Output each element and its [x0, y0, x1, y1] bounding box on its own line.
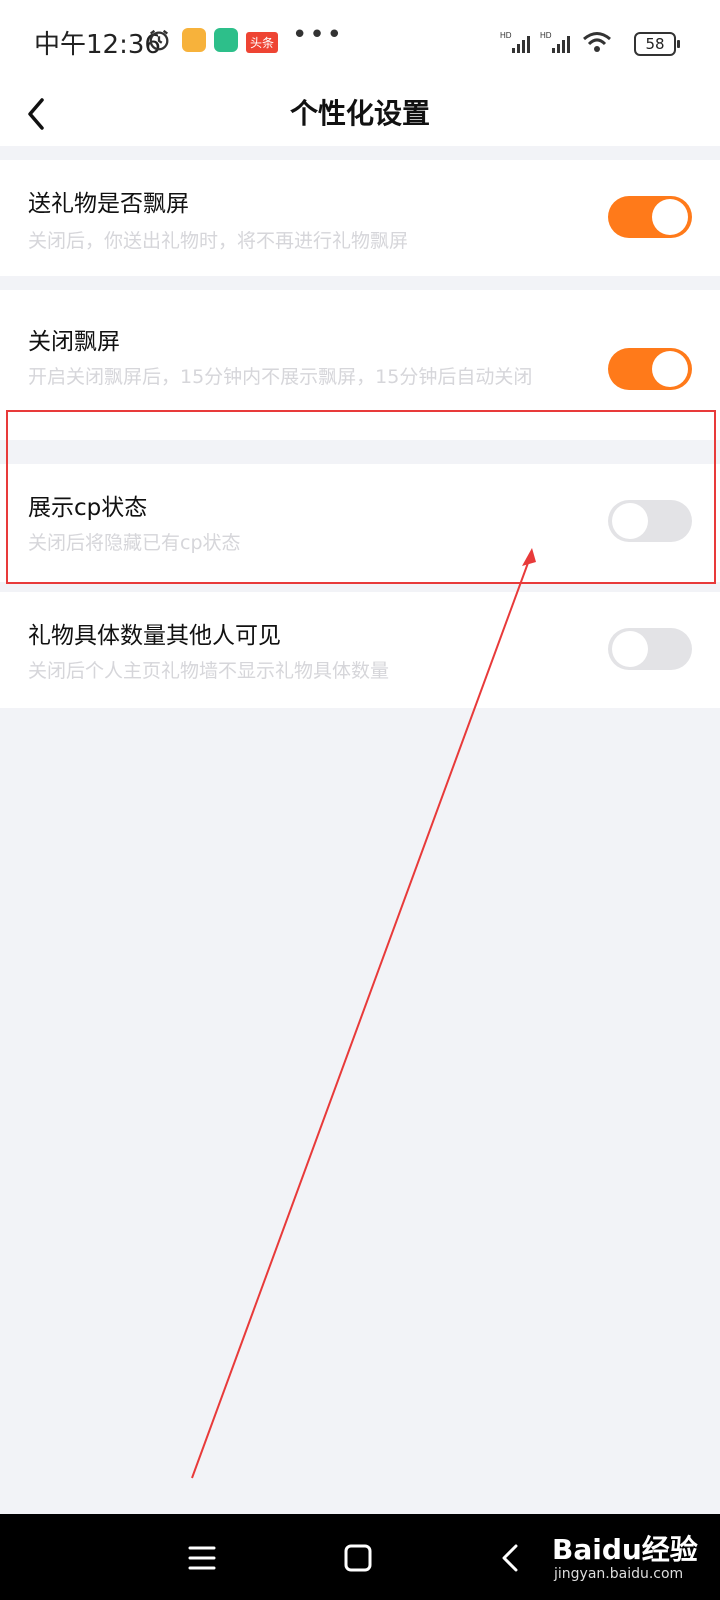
home-icon[interactable]	[336, 1536, 380, 1580]
watermark-brand: Baidu经验	[552, 1533, 698, 1566]
annotation-arrow	[191, 548, 536, 1479]
menu-icon[interactable]	[180, 1536, 224, 1580]
watermark-url: jingyan.baidu.com	[554, 1566, 684, 1582]
back-nav-icon[interactable]	[490, 1536, 534, 1580]
system-nav-bar: Baidu经验 jingyan.baidu.com	[0, 1514, 720, 1600]
